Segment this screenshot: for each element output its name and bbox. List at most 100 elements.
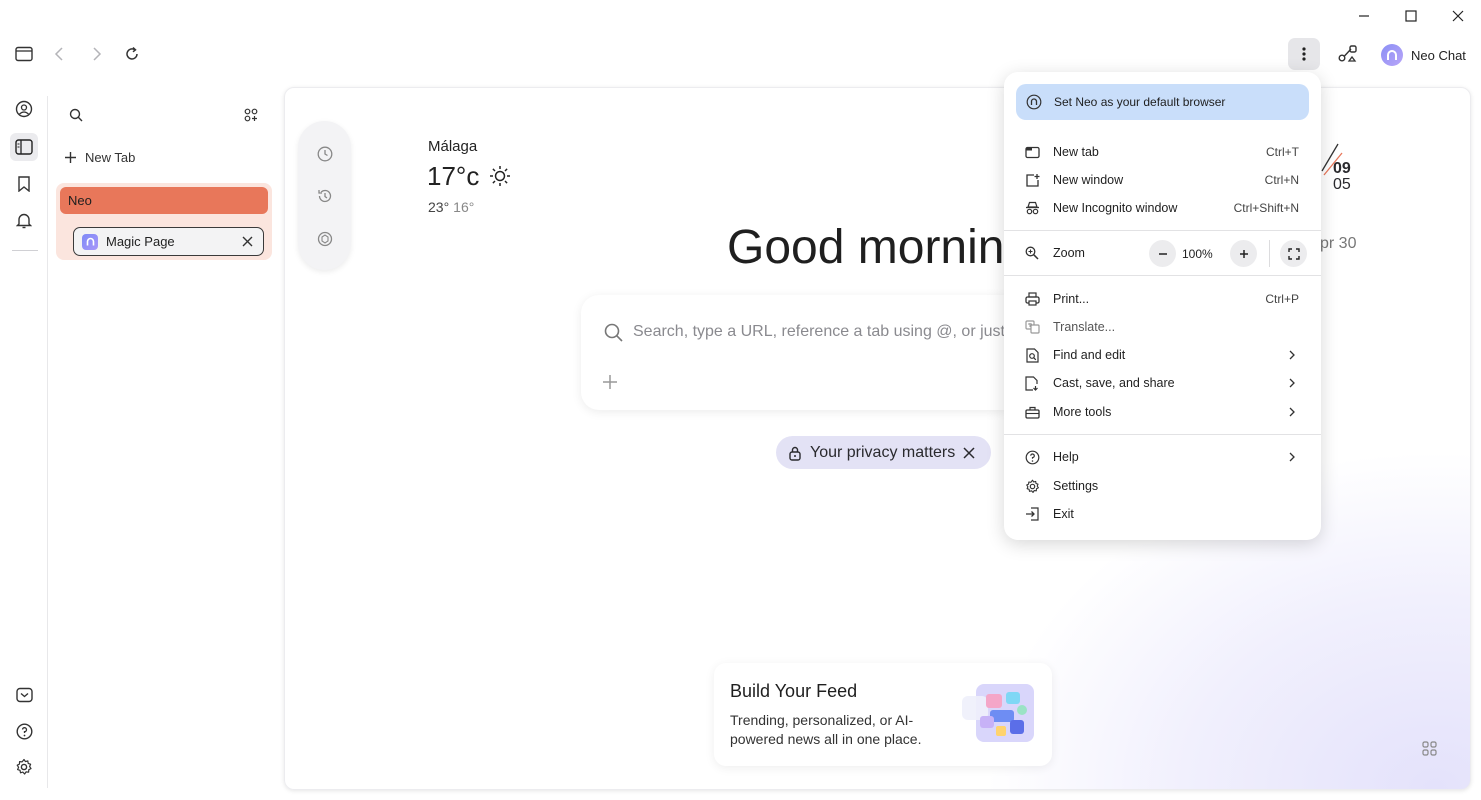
close-icon <box>1452 10 1464 22</box>
privacy-label: Your privacy matters <box>810 443 956 461</box>
split-panel-icon <box>15 139 33 155</box>
zoom-in-button[interactable] <box>1230 240 1257 267</box>
chevron-right-icon <box>1289 452 1295 462</box>
menu-new-window[interactable]: New window Ctrl+N <box>1004 166 1321 194</box>
clock-minute: 05 <box>1333 176 1351 193</box>
minus-icon <box>1158 252 1167 255</box>
tab-organize-button[interactable] <box>237 101 265 129</box>
pocket-button[interactable] <box>10 681 38 709</box>
greeting-text: Good morning <box>727 221 1005 274</box>
menu-more-tools[interactable]: More tools <box>1004 398 1321 426</box>
forward-button[interactable] <box>83 40 111 68</box>
translate-icon <box>1024 319 1040 335</box>
feed-illustration <box>960 680 1038 746</box>
history-button[interactable] <box>314 143 336 165</box>
weather-high: 23° <box>428 199 450 215</box>
zoom-divider <box>1269 240 1270 267</box>
tab-group-header[interactable]: Neo <box>60 187 268 214</box>
set-default-browser-item[interactable]: Set Neo as your default browser <box>1016 84 1309 120</box>
zoom-level: 100% <box>1182 247 1213 261</box>
settings-rail-button[interactable] <box>10 753 38 781</box>
lock-icon <box>789 446 801 461</box>
weather-temp: 17°c <box>427 161 480 191</box>
tab-search-button[interactable] <box>62 101 90 129</box>
bell-icon <box>16 213 32 228</box>
menu-new-tab[interactable]: New tab Ctrl+T <box>1004 138 1321 166</box>
close-icon <box>242 236 253 247</box>
maximize-button[interactable] <box>1388 0 1434 32</box>
plus-icon <box>65 152 76 163</box>
new-tab-label: New Tab <box>85 150 136 165</box>
incognito-icon <box>1024 200 1040 216</box>
search-icon <box>69 108 83 122</box>
help-rail-button[interactable] <box>10 717 38 745</box>
openai-icon <box>317 231 333 247</box>
notifications-button[interactable] <box>10 206 38 234</box>
tabs-panel-button[interactable] <box>10 133 38 161</box>
fullscreen-button[interactable] <box>1280 240 1307 267</box>
new-window-icon <box>1024 172 1040 188</box>
workflow-button[interactable] <box>1334 40 1362 68</box>
menu-cast-save-share[interactable]: Cast, save, and share <box>1004 369 1321 397</box>
menu-separator <box>1004 230 1321 231</box>
search-box[interactable] <box>581 295 1006 410</box>
find-doc-icon <box>1024 347 1040 363</box>
tab-close-button[interactable] <box>242 236 253 247</box>
plus-icon <box>1239 249 1248 258</box>
sidebar-toggle-button[interactable] <box>10 40 38 68</box>
feed-description: Trending, personalized, or AI-powered ne… <box>730 712 922 747</box>
close-window-button[interactable] <box>1435 0 1481 32</box>
forward-arrow-icon <box>93 47 102 61</box>
toolbox-icon <box>1024 404 1040 420</box>
customize-button[interactable] <box>1422 741 1437 756</box>
search-placeholder[interactable]: Search, type a URL, reference a tab usin… <box>633 323 1005 341</box>
neo-logo-icon <box>1026 94 1042 110</box>
zoom-icon <box>1024 245 1040 261</box>
profile-button[interactable] <box>10 95 38 123</box>
bookmarks-button[interactable] <box>10 170 38 198</box>
recent-button[interactable] <box>314 185 336 207</box>
menu-exit[interactable]: Exit <box>1004 500 1321 528</box>
menu-help[interactable]: Help <box>1004 443 1321 471</box>
maximize-icon <box>1405 10 1417 22</box>
share-doc-icon <box>1024 375 1040 391</box>
minimize-icon <box>1359 15 1369 17</box>
account-icon <box>15 100 33 118</box>
attach-button[interactable] <box>602 374 618 390</box>
reload-button[interactable] <box>118 40 146 68</box>
menu-separator <box>1004 434 1321 435</box>
new-tab-icon <box>1024 144 1040 160</box>
neo-chat-button[interactable]: Neo Chat <box>1381 42 1466 68</box>
weather-low: 16° <box>453 199 475 215</box>
rail-divider <box>12 250 38 251</box>
tab-title: Magic Page <box>106 234 175 249</box>
zoom-out-button[interactable] <box>1149 240 1176 267</box>
menu-translate[interactable]: Translate... <box>1004 313 1321 341</box>
sidebar-divider <box>47 96 48 788</box>
menu-find-edit[interactable]: Find and edit <box>1004 341 1321 369</box>
feed-title: Build Your Feed <box>730 681 858 701</box>
clock-icon <box>317 146 333 162</box>
ai-button[interactable] <box>314 228 336 250</box>
fullscreen-icon <box>1287 247 1300 260</box>
close-icon[interactable] <box>963 446 975 459</box>
gear-icon <box>1024 478 1040 494</box>
main-menu-button[interactable] <box>1288 38 1320 70</box>
privacy-pill[interactable]: Your privacy matters <box>776 436 991 469</box>
printer-icon <box>1024 291 1040 307</box>
help-circle-icon <box>1024 449 1040 465</box>
exit-icon <box>1024 506 1040 522</box>
new-tab-button[interactable]: New Tab <box>64 150 135 165</box>
menu-settings[interactable]: Settings <box>1004 472 1321 500</box>
menu-separator <box>1004 275 1321 276</box>
neo-favicon-icon <box>82 233 98 250</box>
neo-logo-icon <box>1381 44 1403 66</box>
help-circle-icon <box>15 722 33 740</box>
chevron-right-icon <box>1289 378 1295 388</box>
menu-new-incognito[interactable]: New Incognito window Ctrl+Shift+N <box>1004 194 1321 222</box>
minimize-button[interactable] <box>1341 0 1387 32</box>
menu-print[interactable]: Print... Ctrl+P <box>1004 285 1321 313</box>
tab-item-magic-page[interactable]: Magic Page <box>73 227 264 256</box>
reload-icon <box>126 46 138 60</box>
back-button[interactable] <box>45 40 73 68</box>
